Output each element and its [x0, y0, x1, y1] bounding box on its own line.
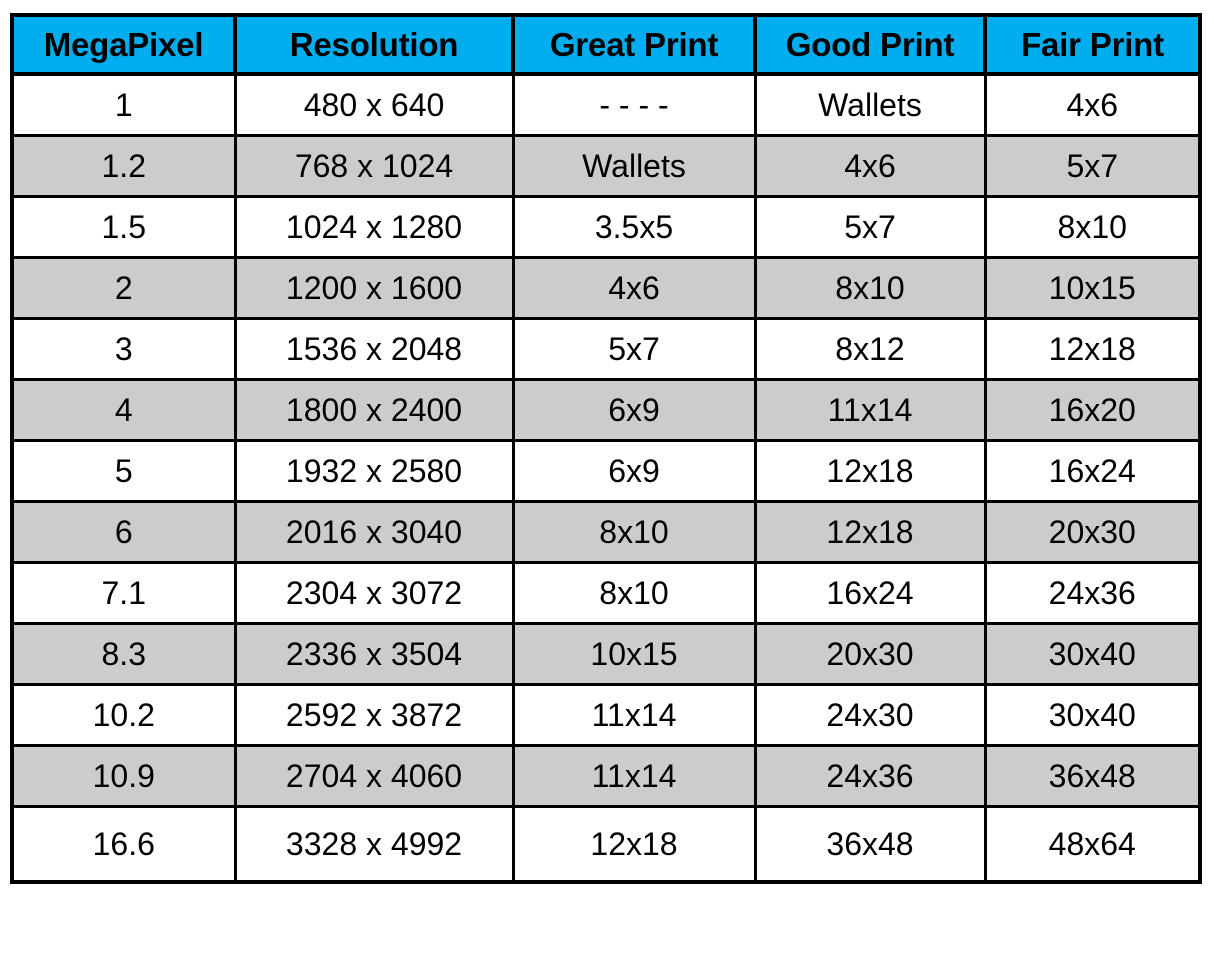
table-row[interactable]: 1 480 x 640- - - - Wallets 4x6 [10, 72, 1202, 137]
column-header-megapixel[interactable]: MegaPixel [10, 13, 237, 76]
table-header: MegaPixel Resolution Great Print Good Pr… [10, 13, 1202, 76]
cell-great-print: 11x14 [511, 744, 757, 808]
cell-good-print: 12x18 [753, 439, 987, 503]
cell-good-print: 12x18 [753, 500, 987, 564]
table-row[interactable]: 6 2016 x 3040 8x10 12x18 20x30 [10, 500, 1202, 564]
cell-megapixel: 1.5 [10, 195, 237, 259]
cell-great-print: 4x6 [511, 256, 757, 320]
cell-megapixel: 7.1 [10, 561, 237, 625]
cell-great-print: 8x10 [511, 561, 757, 625]
table-row[interactable]: 7.1 2304 x 3072 8x10 16x24 24x36 [10, 561, 1202, 625]
cell-great-print: - - - - [511, 72, 757, 137]
cell-resolution: 2304 x 3072 [233, 561, 515, 625]
cell-good-print: 4x6 [753, 134, 987, 198]
cell-fair-print: 36x48 [983, 744, 1202, 808]
cell-great-print: 3.5x5 [511, 195, 757, 259]
column-header-fair-print[interactable]: Fair Print [983, 13, 1202, 76]
cell-fair-print: 8x10 [983, 195, 1202, 259]
table-row[interactable]: 16.6 3328 x 4992 12x18 36x48 48x64 [10, 805, 1202, 884]
cell-fair-print: 4x6 [983, 72, 1202, 137]
table-row[interactable]: 1.5 1024 x 1280 3.5x5 5x7 8x10 [10, 195, 1202, 259]
table-row[interactable]: 10.9 2704 x 4060 11x14 24x36 36x48 [10, 744, 1202, 808]
table-row[interactable]: 8.3 2336 x 3504 10x15 20x30 30x40 [10, 622, 1202, 686]
column-header-great-print[interactable]: Great Print [511, 13, 757, 76]
cell-resolution: 1536 x 2048 [233, 317, 515, 381]
cell-megapixel: 8.3 [10, 622, 237, 686]
cell-resolution: 1800 x 2400 [233, 378, 515, 442]
cell-megapixel: 10.2 [10, 683, 237, 747]
table-row[interactable]: 4 1800 x 2400 6x9 11x14 16x20 [10, 378, 1202, 442]
table-header-row: MegaPixel Resolution Great Print Good Pr… [10, 13, 1202, 76]
cell-fair-print: 10x15 [983, 256, 1202, 320]
table-body: 1 480 x 640- - - - Wallets 4x6 1.2 768 x 1024… [10, 72, 1202, 884]
cell-good-print: 8x12 [753, 317, 987, 381]
cell-resolution: 3328 x 4992 [233, 805, 515, 884]
cell-resolution: 480 x 640 [233, 72, 515, 137]
cell-megapixel: 2 [10, 256, 237, 320]
cell-great-print: 10x15 [511, 622, 757, 686]
cell-fair-print: 20x30 [983, 500, 1202, 564]
cell-fair-print: 16x20 [983, 378, 1202, 442]
cell-megapixel: 5 [10, 439, 237, 503]
cell-resolution: 2016 x 3040 [233, 500, 515, 564]
cell-resolution: 768 x 1024 [233, 134, 515, 198]
cell-resolution: 2592 x 3872 [233, 683, 515, 747]
cell-great-print: Wallets [511, 134, 757, 198]
cell-great-print: 11x14 [511, 683, 757, 747]
cell-fair-print: 24x36 [983, 561, 1202, 625]
megapixel-print-table: MegaPixel Resolution Great Print Good Pr… [10, 13, 1202, 884]
table-row[interactable]: 10.2 2592 x 3872 11x14 24x30 30x40 [10, 683, 1202, 747]
cell-good-print: 24x30 [753, 683, 987, 747]
table-row[interactable]: 5 1932 x 2580 6x9 12x18 16x24 [10, 439, 1202, 503]
cell-fair-print: 30x40 [983, 622, 1202, 686]
table-row[interactable]: 2 1200 x 1600 4x6 8x10 10x15 [10, 256, 1202, 320]
cell-megapixel: 10.9 [10, 744, 237, 808]
column-header-resolution[interactable]: Resolution [233, 13, 515, 76]
cell-resolution: 1932 x 2580 [233, 439, 515, 503]
table-row[interactable]: 3 1536 x 2048 5x7 8x12 12x18 [10, 317, 1202, 381]
cell-fair-print: 16x24 [983, 439, 1202, 503]
cell-great-print: 6x9 [511, 378, 757, 442]
cell-fair-print: 30x40 [983, 683, 1202, 747]
cell-good-print: 24x36 [753, 744, 987, 808]
megapixel-print-table-container: MegaPixel Resolution Great Print Good Pr… [10, 13, 1202, 947]
cell-megapixel: 16.6 [10, 805, 237, 884]
cell-megapixel: 6 [10, 500, 237, 564]
cell-good-print: 16x24 [753, 561, 987, 625]
cell-resolution: 2704 x 4060 [233, 744, 515, 808]
cell-fair-print: 5x7 [983, 134, 1202, 198]
cell-good-print: 20x30 [753, 622, 987, 686]
cell-good-print: 5x7 [753, 195, 987, 259]
cell-fair-print: 48x64 [983, 805, 1202, 884]
cell-megapixel: 3 [10, 317, 237, 381]
cell-good-print: 11x14 [753, 378, 987, 442]
cell-megapixel: 1.2 [10, 134, 237, 198]
table-row[interactable]: 1.2 768 x 1024 Wallets 4x6 5x7 [10, 134, 1202, 198]
cell-good-print: Wallets [753, 72, 987, 137]
cell-great-print: 12x18 [511, 805, 757, 884]
cell-great-print: 8x10 [511, 500, 757, 564]
cell-resolution: 2336 x 3504 [233, 622, 515, 686]
cell-resolution: 1024 x 1280 [233, 195, 515, 259]
cell-good-print: 8x10 [753, 256, 987, 320]
cell-great-print: 5x7 [511, 317, 757, 381]
column-header-good-print[interactable]: Good Print [753, 13, 987, 76]
cell-great-print: 6x9 [511, 439, 757, 503]
cell-fair-print: 12x18 [983, 317, 1202, 381]
cell-good-print: 36x48 [753, 805, 987, 884]
cell-resolution: 1200 x 1600 [233, 256, 515, 320]
cell-megapixel: 1 [10, 72, 237, 137]
cell-megapixel: 4 [10, 378, 237, 442]
